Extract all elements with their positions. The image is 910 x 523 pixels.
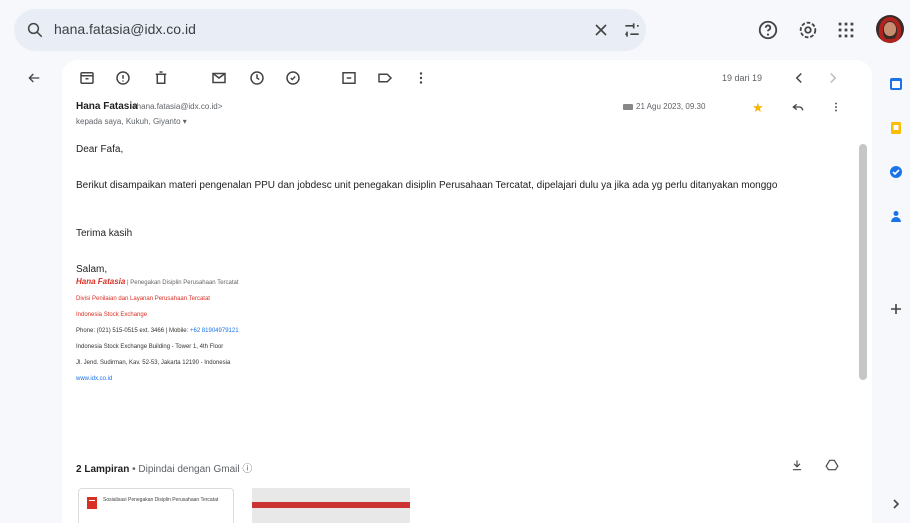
attachments-header: 2 Lampiran • Dipindai dengan Gmail ⓘ bbox=[76, 460, 252, 475]
pdf-file-icon bbox=[87, 497, 97, 509]
add-addon-icon[interactable] bbox=[889, 302, 903, 316]
attachment-indicator-icon bbox=[623, 104, 633, 110]
search-input[interactable]: hana.fatasia@idx.co.id bbox=[54, 21, 196, 37]
signature-address: Jl. Jend. Sudirman, Kav. 52-53, Jakarta … bbox=[76, 360, 231, 366]
tasks-icon[interactable] bbox=[889, 165, 903, 179]
add-to-drive-icon[interactable] bbox=[825, 458, 839, 472]
side-panel bbox=[882, 60, 910, 523]
more-vert-icon[interactable] bbox=[412, 69, 430, 87]
mark-unread-icon[interactable] bbox=[210, 69, 228, 87]
signature-title: | Penegakan Disiplin Perusahaan Tercatat bbox=[127, 280, 239, 286]
apps-grid-icon[interactable] bbox=[835, 19, 857, 41]
pager-count: 19 dari 19 bbox=[722, 73, 763, 83]
download-all-icon[interactable] bbox=[790, 458, 804, 472]
signature-division: Divisi Penilaian dan Layanan Perusahaan … bbox=[76, 296, 210, 302]
help-icon[interactable] bbox=[757, 19, 779, 41]
thanks-line: Terima kasih bbox=[76, 228, 133, 239]
back-arrow-icon[interactable] bbox=[26, 70, 42, 86]
close-icon[interactable] bbox=[591, 20, 611, 40]
scanned-by-gmail: • Dipindai dengan Gmail ⓘ bbox=[132, 464, 253, 475]
move-to-icon[interactable] bbox=[340, 69, 358, 87]
greeting: Dear Fafa, bbox=[76, 144, 124, 155]
snooze-icon[interactable] bbox=[248, 69, 266, 87]
account-avatar[interactable] bbox=[876, 15, 904, 43]
reply-icon[interactable] bbox=[790, 99, 806, 115]
message-toolbar: 19 dari 19 bbox=[62, 60, 872, 96]
signature-company: Indonesia Stock Exchange bbox=[76, 312, 148, 318]
chevron-left-icon[interactable] bbox=[790, 69, 808, 87]
signature-building: Indonesia Stock Exchange Building - Towe… bbox=[76, 344, 224, 350]
scrollbar[interactable] bbox=[859, 144, 867, 380]
search-box[interactable]: hana.fatasia@idx.co.id bbox=[14, 9, 646, 51]
expand-panel-icon[interactable] bbox=[889, 497, 903, 511]
label-icon[interactable] bbox=[376, 69, 394, 87]
sender-name[interactable]: Hana Fatasia bbox=[76, 101, 138, 112]
settings-icon[interactable] bbox=[797, 19, 819, 41]
contacts-icon[interactable] bbox=[889, 209, 903, 223]
message-panel: 19 dari 19 Hana Fatasia <hana.fatasia@id… bbox=[62, 60, 872, 523]
thumbnail-banner bbox=[252, 502, 410, 508]
signature-mobile-link[interactable]: +62 81904979121 bbox=[190, 328, 239, 334]
avatar-hijab bbox=[879, 17, 901, 43]
keep-icon[interactable] bbox=[889, 121, 903, 135]
sender-email: <hana.fatasia@idx.co.id> bbox=[132, 102, 223, 111]
signature-name: Hana Fatasia bbox=[76, 277, 126, 286]
attachment-thumbnail-1[interactable]: Sosialisasi Penegakan Disiplin Perusahaa… bbox=[78, 488, 234, 523]
chevron-right-icon[interactable] bbox=[824, 69, 842, 87]
attachments-count: 2 Lampiran bbox=[76, 464, 130, 475]
attachment-1-title: Sosialisasi Penegakan Disiplin Perusahaa… bbox=[103, 497, 219, 503]
message-more-icon[interactable] bbox=[829, 99, 843, 115]
tune-icon[interactable] bbox=[622, 20, 642, 40]
calendar-icon[interactable] bbox=[889, 77, 903, 91]
search-icon[interactable] bbox=[26, 21, 44, 39]
recipients-line[interactable]: kepada saya, Kukuh, Giyanto ▾ bbox=[76, 117, 187, 126]
star-icon[interactable]: ★ bbox=[752, 100, 764, 116]
top-bar: hana.fatasia@idx.co.id bbox=[0, 0, 910, 60]
signature-phone: Phone: (021) 515-0515 ext. 3466 | Mobile… bbox=[76, 328, 189, 334]
attachment-thumbnail-2[interactable] bbox=[252, 488, 410, 523]
report-spam-icon[interactable] bbox=[114, 69, 132, 87]
archive-icon[interactable] bbox=[78, 69, 96, 87]
signature-website-link[interactable]: www.idx.co.id bbox=[76, 372, 112, 386]
message-date: 21 Agu 2023, 09.30 bbox=[636, 102, 706, 111]
message-header: Hana Fatasia <hana.fatasia@idx.co.id> ke… bbox=[62, 98, 872, 138]
add-task-icon[interactable] bbox=[284, 69, 302, 87]
body-paragraph: Berikut disampaikan materi pengenalan PP… bbox=[76, 180, 778, 191]
delete-icon[interactable] bbox=[152, 69, 170, 87]
